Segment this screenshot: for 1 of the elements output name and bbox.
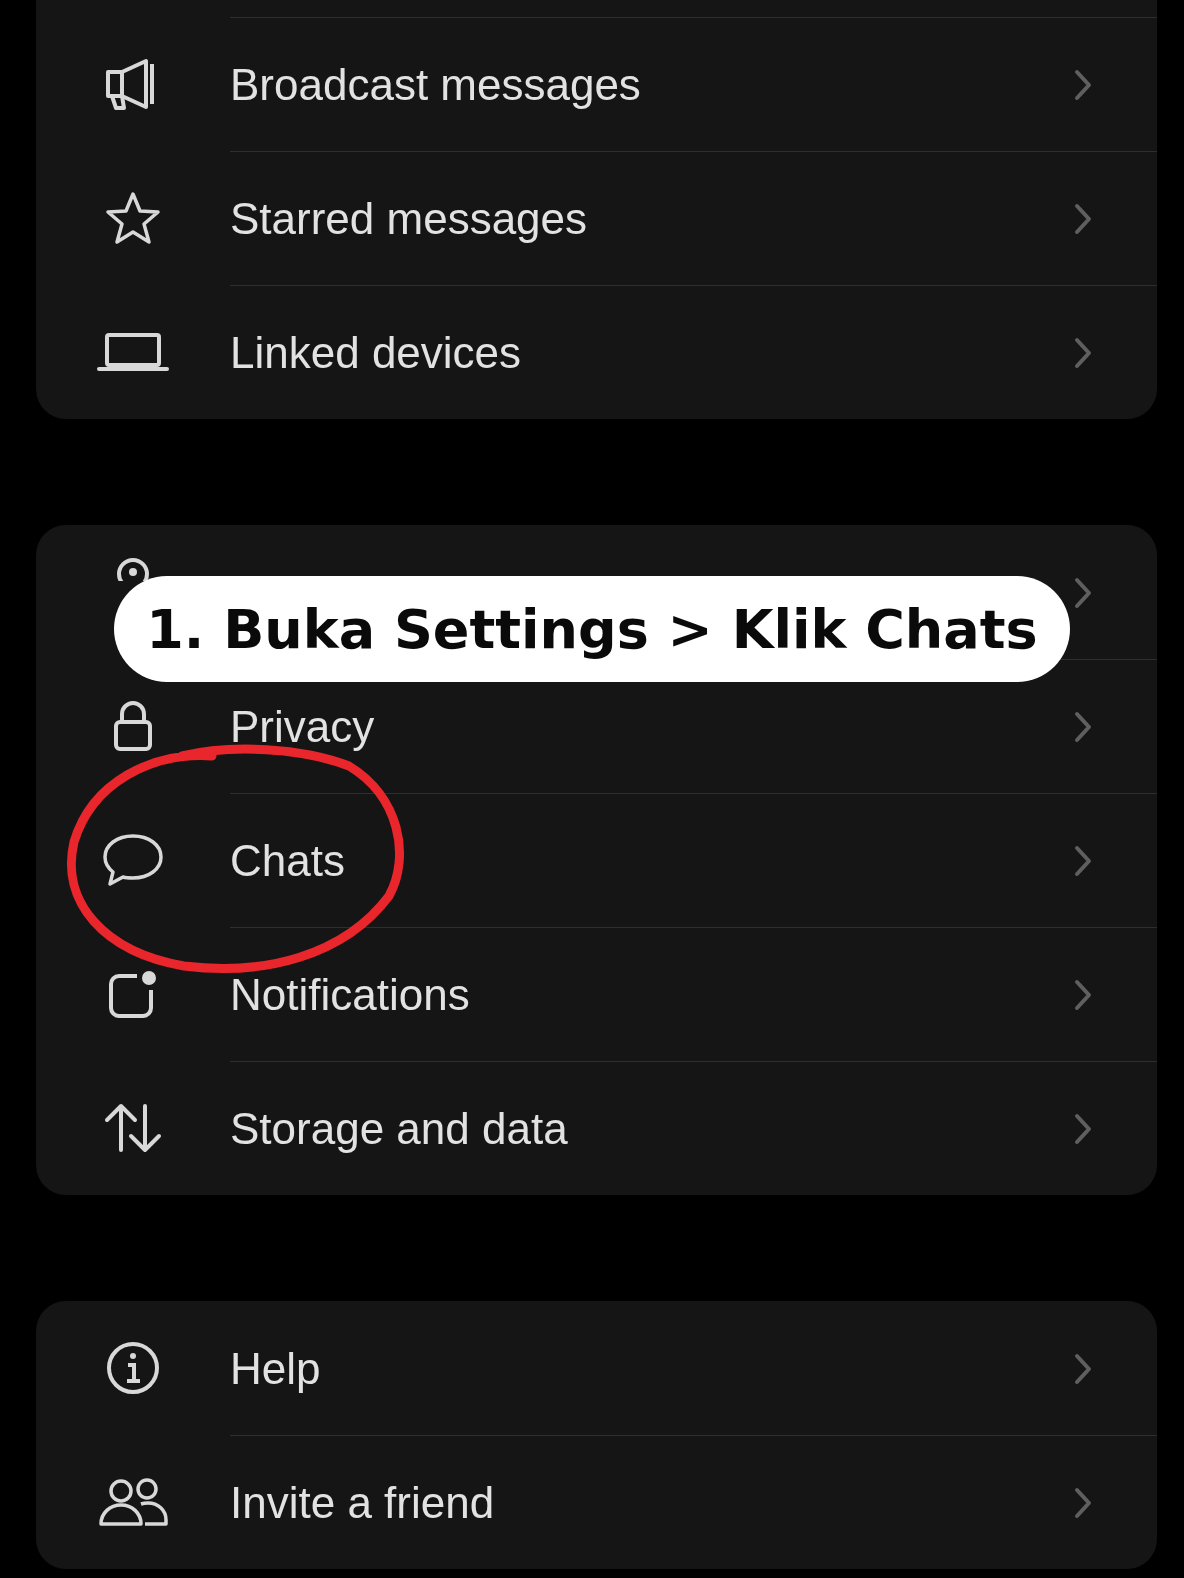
caption-tooltip: 1. Buka Settings > Klik Chats [114, 576, 1070, 682]
